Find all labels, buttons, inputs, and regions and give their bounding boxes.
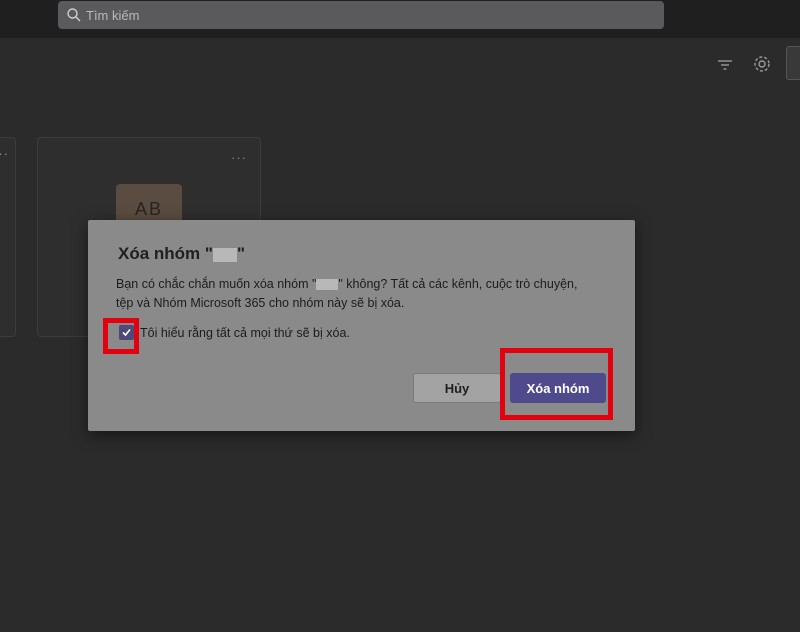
more-options-icon[interactable]: ···: [231, 150, 247, 165]
highlight-box: [103, 318, 139, 354]
search-icon: [66, 7, 82, 23]
message-line1-suffix: " không? Tất cả các kênh, cuộc trò chuyệ…: [338, 277, 578, 291]
cancel-button[interactable]: Hủy: [413, 373, 501, 403]
redacted-team-name: [212, 247, 237, 262]
message-line2: tệp và Nhóm Microsoft 365 cho nhóm này s…: [116, 296, 405, 310]
dialog-message: Bạn có chắc chắn muốn xóa nhóm " " không?…: [116, 275, 596, 313]
highlight-box: [500, 348, 613, 420]
search-input[interactable]: Tìm kiếm: [58, 1, 664, 29]
confirm-checkbox-row[interactable]: Tôi hiểu rằng tất cả mọi thứ sẽ bị xóa.: [119, 325, 350, 340]
more-options-icon[interactable]: ···: [0, 146, 9, 161]
create-team-button[interactable]: [786, 46, 800, 80]
redacted-team-name: [316, 279, 339, 291]
filter-icon[interactable]: [716, 56, 734, 74]
top-bar: Tìm kiếm: [0, 0, 800, 38]
dialog-title-prefix: Xóa nhóm ": [118, 244, 213, 263]
dialog-title: Xóa nhóm " ": [118, 244, 245, 264]
message-line1-prefix: Bạn có chắc chắn muốn xóa nhóm ": [116, 277, 317, 291]
confirm-checkbox-label: Tôi hiểu rằng tất cả mọi thứ sẽ bị xóa.: [140, 325, 350, 340]
search-placeholder: Tìm kiếm: [86, 7, 140, 23]
dialog-title-suffix: ": [236, 244, 246, 263]
gear-icon[interactable]: [752, 54, 772, 74]
team-card[interactable]: ···: [0, 137, 16, 337]
